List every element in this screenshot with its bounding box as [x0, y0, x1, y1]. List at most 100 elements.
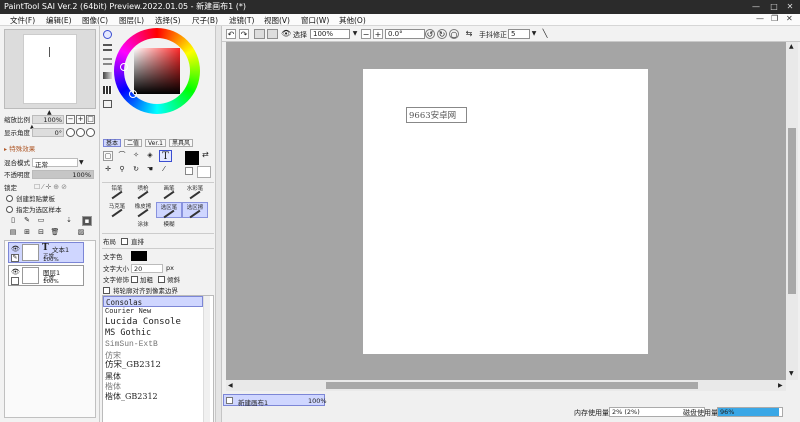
text-tool-icon[interactable]: T [159, 150, 172, 162]
scroll-left-icon[interactable]: ◀ [228, 382, 233, 389]
layer-select-icon[interactable]: ◈ [145, 151, 155, 161]
color-wheel[interactable] [114, 28, 200, 114]
brush-marker[interactable]: 马克笔 [104, 202, 130, 218]
menu-filter[interactable]: 滤镜(T) [229, 15, 254, 26]
menu-image[interactable]: 图像(C) [82, 15, 108, 26]
text-box[interactable]: 9663安卓网 [406, 107, 467, 123]
menu-edit[interactable]: 编辑(E) [46, 15, 72, 26]
menu-file[interactable]: 文件(F) [10, 15, 35, 26]
select-source-row[interactable]: 指定为选区样本 [6, 204, 62, 214]
brush-airbrush[interactable]: 喷枪 [130, 184, 156, 200]
rotate-right-button[interactable] [76, 127, 85, 137]
straight-line-icon[interactable]: ╲ [540, 29, 550, 39]
eye-icon[interactable]: 👁 [11, 245, 20, 253]
eye-icon[interactable]: 👁 [11, 268, 20, 276]
maximize-button[interactable]: □ [766, 0, 782, 14]
new-layer-icon[interactable]: ▯ [8, 216, 18, 226]
angle-value[interactable]: 0° [32, 127, 64, 137]
effects-header[interactable]: ▸ 特殊效果 [4, 143, 96, 153]
minimize-button[interactable]: — [748, 0, 764, 14]
new-pen-layer-icon[interactable]: ✎ [22, 216, 32, 226]
zoom-plus-icon[interactable]: + [373, 29, 383, 39]
clip-row[interactable]: 创建剪贴蒙板 [6, 193, 55, 203]
text-size-input[interactable]: 20 [131, 263, 163, 273]
rotate-reset-button[interactable] [86, 127, 95, 137]
font-item-consolas[interactable]: Consolas [103, 296, 203, 307]
blend-select[interactable]: 正常 [32, 157, 78, 169]
color-wheel-mode-icon[interactable] [103, 30, 112, 39]
secondary-color-swatch[interactable] [185, 167, 193, 175]
clip-radio[interactable] [6, 194, 13, 202]
tab-basic[interactable]: 基本 [103, 139, 122, 147]
tab-ver1[interactable]: Ver.1 [145, 139, 167, 147]
zoom-reset-button[interactable]: □ [86, 114, 95, 124]
magic-wand-icon[interactable]: ✧ [131, 151, 141, 161]
move-icon[interactable]: ✛ [103, 165, 113, 175]
menu-ruler[interactable]: 尺子(B) [192, 15, 218, 26]
menu-window[interactable]: 窗口(W) [301, 15, 329, 26]
scroll-right-icon[interactable]: ▶ [778, 382, 783, 389]
zoom-value[interactable]: 100% [32, 114, 64, 124]
panel-splitter[interactable] [216, 26, 222, 422]
brush-pencil[interactable]: 铅笔 [104, 184, 130, 200]
brush-watercolor[interactable]: 水彩笔 [182, 184, 208, 200]
delete-layer-icon[interactable]: 🗑 [50, 228, 60, 238]
tab-binary[interactable]: 二值 [124, 139, 143, 147]
rgb-slider-mode-icon[interactable] [103, 44, 112, 51]
opacity-slider[interactable]: 100% [32, 169, 94, 179]
rect-select-icon[interactable]: ▢ [103, 151, 113, 161]
horizontal-scrollbar[interactable]: ◀ ▶ [226, 380, 786, 391]
font-item-kaiti-gb[interactable]: 楷体_GB2312 [103, 391, 203, 402]
tab-style[interactable]: 黑具风 [169, 139, 194, 147]
select-source-radio[interactable] [6, 205, 13, 213]
add-layer-icon[interactable]: ⊞ [22, 228, 32, 238]
layer-row[interactable]: 👁 ✎ T 文本1 正常 100% [8, 242, 84, 263]
scroll-up-icon[interactable]: ▲ [789, 43, 794, 50]
horizontal-scroll-thumb[interactable] [326, 382, 698, 389]
transfer-down-icon[interactable]: ⇣ [64, 216, 74, 226]
font-list-scrollbar[interactable] [203, 296, 210, 422]
layer-row[interactable]: 👁 图层1 正常 100% [8, 265, 84, 286]
menu-view[interactable]: 视图(V) [264, 15, 290, 26]
brush-eraser[interactable]: 橡皮擦 [130, 202, 156, 218]
chevron-down-icon[interactable]: ▼ [529, 29, 539, 39]
rotate-ccw-icon[interactable]: ↺ [425, 29, 435, 39]
doc-restore-icon[interactable]: ❐ [771, 14, 778, 23]
canvas-tab[interactable]: 新建画布1 100% [223, 394, 327, 407]
zoom-in-button[interactable]: + [76, 114, 85, 124]
flip-icon[interactable]: ⇆ [464, 29, 474, 39]
layer-mask-icon[interactable]: ▪ [82, 216, 92, 226]
menu-other[interactable]: 其他(O) [339, 15, 366, 26]
rotate-icon[interactable]: ↻ [131, 165, 141, 175]
vertical-checkbox[interactable] [121, 237, 128, 245]
rotate-reset-icon[interactable]: ○ [449, 29, 459, 39]
lasso-icon[interactable]: ⌒ [117, 151, 127, 161]
brush-select-eraser[interactable]: 选区擦 [182, 202, 208, 219]
color-picker-cursor[interactable] [129, 90, 137, 98]
hand-icon[interactable]: ☚ [145, 165, 155, 175]
menu-select[interactable]: 选择(S) [155, 15, 181, 26]
merge-layer-icon[interactable]: ⊟ [36, 228, 46, 238]
zoom-icon[interactable]: ⚲ [117, 165, 127, 175]
navigator[interactable] [4, 29, 96, 109]
stabilizer-select[interactable]: 5 [508, 29, 530, 39]
font-item-msgothic[interactable]: MS Gothic [103, 328, 203, 339]
deselect-button[interactable] [254, 29, 265, 39]
swap-colors-icon[interactable]: ⇄ [202, 150, 209, 159]
workspace[interactable]: 9663安卓网 [226, 42, 786, 380]
mix-mode-icon[interactable] [103, 72, 112, 79]
chevron-down-icon[interactable]: ▼ [350, 29, 360, 39]
view-selection-icon[interactable]: 👁 [281, 29, 291, 39]
transparent-color-swatch[interactable] [197, 166, 211, 178]
layer-checkbox[interactable] [11, 277, 19, 285]
redo-icon[interactable]: ↷ [239, 29, 249, 39]
zoom-minus-icon[interactable]: − [361, 29, 371, 39]
pencil-icon[interactable]: ✎ [11, 254, 19, 262]
saturation-value-square[interactable] [134, 48, 180, 94]
new-folder-icon[interactable]: ▭ [36, 216, 46, 226]
rotate-left-button[interactable] [66, 127, 75, 137]
swatch-mode-icon[interactable] [103, 86, 112, 94]
primary-color-swatch[interactable] [185, 151, 199, 165]
bold-checkbox[interactable] [131, 275, 138, 283]
close-button[interactable]: ✕ [782, 0, 798, 14]
